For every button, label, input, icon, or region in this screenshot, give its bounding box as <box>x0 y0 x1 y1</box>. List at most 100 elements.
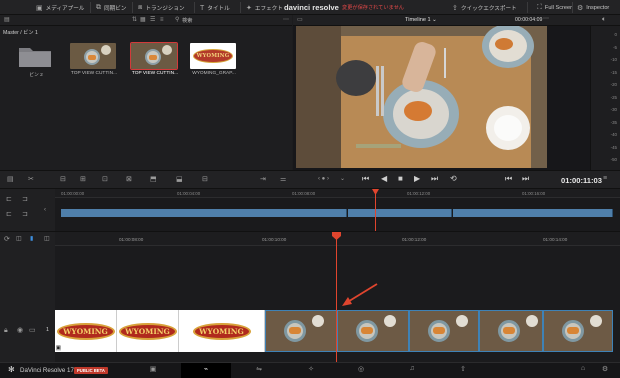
clip-thumbnail-icon: ▣ <box>56 345 61 351</box>
thumbnail-view-icon[interactable]: ▦ <box>140 17 146 23</box>
media-clip-graphic[interactable]: WYOMING WYOMING_GRAP... <box>190 43 238 76</box>
sort-icon[interactable]: ⇅ <box>132 17 137 23</box>
overview-ruler[interactable]: 01:00:00:00 01:00:04:00 01:00:08:00 01:0… <box>55 189 620 198</box>
detail-view-icon[interactable]: ≡ <box>160 17 164 23</box>
overview-playhead[interactable] <box>375 189 376 231</box>
meter-tick: -10 <box>610 57 617 62</box>
titles-button[interactable]: T タイトル <box>200 3 230 13</box>
edit-page-icon[interactable]: ⇋ <box>248 365 270 375</box>
place-on-top-icon[interactable]: ⬒ <box>150 176 157 183</box>
media-pool-label: メディアプール <box>45 6 85 12</box>
search-label[interactable]: 検索 <box>182 17 192 24</box>
color-page-icon[interactable]: ◎ <box>350 365 372 375</box>
cut-page-icon[interactable]: ⌁ <box>195 365 217 375</box>
inspector-button[interactable]: ⚙ Inspector <box>577 3 609 13</box>
close-up-icon[interactable]: ⊠ <box>126 176 132 183</box>
project-title: davinci resolve <box>284 3 339 12</box>
audio-only-icon[interactable]: ◫ <box>16 236 22 242</box>
ruler-tick: 01:00:12:00 <box>407 191 431 196</box>
source-overwrite-icon[interactable]: ⬓ <box>176 176 183 183</box>
track-number: 1 <box>46 327 49 333</box>
timeline-selector[interactable]: Timeline 1 ⌄ <box>405 17 437 23</box>
search-icon[interactable]: ⚲ <box>175 17 179 23</box>
overview-clip[interactable] <box>348 209 452 217</box>
trim-icon[interactable]: ⇥ <box>260 176 266 183</box>
fusion-page-icon[interactable]: ✧ <box>300 365 322 375</box>
full-screen-label: Full Screen <box>544 5 574 11</box>
go-to-end-icon[interactable]: ⏭ <box>431 175 438 183</box>
settings-sliders-icon[interactable]: ⚌ <box>280 176 286 183</box>
previous-edit-icon[interactable]: ⏮ <box>505 175 512 183</box>
playhead[interactable] <box>336 232 337 362</box>
viewer-layout-icon[interactable]: ▭ <box>297 17 303 23</box>
ruler-tick: 01:00:14:00 <box>543 237 568 242</box>
timeline-clip-frame[interactable] <box>337 310 409 352</box>
next-edit-icon[interactable]: ⏭ <box>522 175 529 183</box>
deliver-page-icon[interactable]: ⇧ <box>452 365 474 375</box>
timeline-clip-frame[interactable] <box>479 310 543 352</box>
video-track-icon[interactable]: ⊐ <box>22 211 28 218</box>
unsaved-notice: 変更が保存されていません <box>342 5 404 11</box>
link-icon[interactable]: ⊐ <box>22 196 28 203</box>
snap-icon[interactable]: ⊏ <box>6 196 12 203</box>
titles-label: タイトル <box>207 6 230 12</box>
media-pool-button[interactable]: ▣ メディアプール <box>36 3 84 13</box>
chevron-left-icon[interactable]: ‹ <box>44 207 46 213</box>
timeline-options-icon[interactable]: ⟳ <box>4 236 10 243</box>
go-to-start-icon[interactable]: ⏮ <box>362 175 369 183</box>
lock-icon[interactable]: 🔒︎ <box>4 327 8 334</box>
fairlight-page-icon[interactable]: ♫ <box>401 365 423 375</box>
timeline-name: Timeline 1 <box>405 17 431 23</box>
play-icon[interactable]: ▶ <box>414 175 420 183</box>
transitions-button[interactable]: ⧈ トランジション <box>138 3 185 13</box>
overview-clip[interactable] <box>61 209 347 217</box>
volume-icon[interactable]: 🔈︎ <box>602 16 606 23</box>
chevron-down-icon[interactable]: ⌄ <box>340 176 345 182</box>
panel-options-icon[interactable]: ⋯ <box>283 17 289 23</box>
sync-bin-icon: ⧉ <box>96 4 101 11</box>
visibility-icon[interactable]: ◉ <box>17 327 23 334</box>
quick-export-button[interactable]: ⇪ クイックエクスポート <box>452 3 517 13</box>
effects-button[interactable]: ✦ エフェクト <box>246 3 283 13</box>
meter-tick: -25 <box>610 94 617 100</box>
list-view-icon[interactable]: ☰ <box>150 17 155 23</box>
media-clip-video-selected[interactable]: TOP VIEW CUTTIN... <box>130 42 179 76</box>
jog-control-icon[interactable]: ‹ ● › <box>318 176 329 182</box>
full-screen-button[interactable]: ⛶ Full Screen <box>537 3 573 13</box>
timeline-clip-frame[interactable]: WYOMING <box>117 310 179 352</box>
home-icon[interactable]: ⌂ <box>572 365 594 375</box>
loop-icon[interactable]: ⟲ <box>450 175 457 183</box>
append-icon[interactable]: ⊞ <box>80 176 86 183</box>
track-header-panel: ⟳ ◫ ▮ ◫ 🔒︎ ◉ ▭ 1 <box>0 231 55 362</box>
sync-bin-button[interactable]: ⧉ 同期ビン <box>96 3 126 13</box>
monitor-icon[interactable]: ▭ <box>29 327 36 334</box>
audio-track-icon[interactable]: ⊏ <box>6 211 12 218</box>
media-clip-video[interactable]: TOP VIEW CUTTIN... <box>70 43 118 76</box>
media-page-icon[interactable]: ▣ <box>142 365 164 375</box>
track-toggle-icon[interactable]: ◫ <box>44 236 50 242</box>
menu-icon[interactable]: ≡ <box>603 175 607 182</box>
video-only-icon[interactable]: ▮ <box>30 236 33 242</box>
timeline-clip-frame[interactable]: WYOMING <box>179 310 265 352</box>
timeline-clip-frame[interactable] <box>543 310 613 352</box>
media-clip-folder[interactable]: ビン 2 <box>12 43 60 78</box>
resolve-logo-icon: ✻ <box>8 365 15 374</box>
effects-icon: ✦ <box>246 5 252 12</box>
transitions-icon: ⧈ <box>138 4 143 11</box>
stop-icon[interactable]: ■ <box>398 175 403 183</box>
clip-mode-icon[interactable]: ▤ <box>7 176 14 183</box>
settings-icon[interactable]: ⚙ <box>594 365 616 375</box>
meter-tick: -35 <box>610 119 617 125</box>
cut-icon[interactable]: ✂ <box>28 176 34 183</box>
overview-clip[interactable] <box>453 209 613 217</box>
viewer-options-icon[interactable]: ⋯ <box>543 16 549 22</box>
ripple-overwrite-icon[interactable]: ⊡ <box>102 176 108 183</box>
bin-list-icon[interactable]: ▤ <box>4 17 10 23</box>
timeline-clip-frame[interactable]: WYOMING ▣ <box>55 310 117 352</box>
timeline-clip-frame[interactable] <box>265 310 337 352</box>
clip-thumbnail <box>70 43 116 69</box>
smart-insert-icon[interactable]: ⊟ <box>60 176 66 183</box>
audio-mixer-icon[interactable]: ⊟ <box>202 176 208 183</box>
timeline-clip-frame[interactable] <box>409 310 479 352</box>
play-reverse-icon[interactable]: ◀ <box>381 175 387 183</box>
